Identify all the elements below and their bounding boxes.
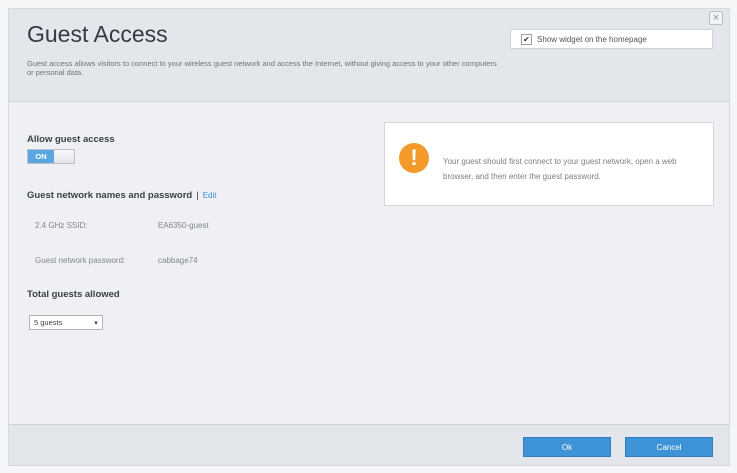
- allow-guest-label: Allow guest access: [27, 134, 115, 145]
- info-text: Your guest should first connect to your …: [443, 157, 677, 181]
- ssid-label: 2.4 GHz SSID:: [35, 221, 88, 230]
- guest-access-window: × Guest Access Guest access allows visit…: [8, 8, 730, 466]
- info-box: ! Your guest should first connect to you…: [384, 122, 714, 206]
- toggle-on-label: ON: [28, 150, 54, 163]
- password-value: cabbage74: [158, 256, 198, 265]
- guests-select[interactable]: 5 guests ▾: [29, 315, 103, 330]
- network-heading-row: Guest network names and password | Edit: [27, 190, 217, 201]
- password-label: Guest network password:: [35, 256, 126, 265]
- toggle-thumb[interactable]: [54, 150, 74, 163]
- guests-selected: 5 guests: [34, 318, 63, 327]
- guests-label: Total guests allowed: [27, 289, 120, 300]
- footer: Ok Cancel: [9, 424, 729, 465]
- page-title: Guest Access: [27, 21, 168, 47]
- dropdown-arrow-icon[interactable]: ▾: [90, 316, 102, 329]
- warning-icon: !: [399, 143, 429, 173]
- page-description: Guest access allows visitors to connect …: [27, 59, 497, 77]
- ssid-value: EA6350-guest: [158, 221, 209, 230]
- close-icon[interactable]: ×: [709, 11, 723, 25]
- ok-button[interactable]: Ok: [523, 437, 611, 457]
- content: Allow guest access ON Guest network name…: [9, 102, 729, 427]
- cancel-button[interactable]: Cancel: [625, 437, 713, 457]
- show-widget-label: Show widget on the homepage: [537, 34, 647, 44]
- show-widget-option[interactable]: ✔ Show widget on the homepage: [510, 29, 713, 49]
- edit-link[interactable]: Edit: [203, 191, 217, 200]
- network-heading: Guest network names and password: [27, 190, 193, 201]
- show-widget-checkbox[interactable]: ✔: [521, 33, 532, 45]
- separator: |: [196, 190, 199, 201]
- header: × Guest Access Guest access allows visit…: [9, 9, 729, 102]
- allow-guest-toggle[interactable]: ON: [27, 149, 75, 164]
